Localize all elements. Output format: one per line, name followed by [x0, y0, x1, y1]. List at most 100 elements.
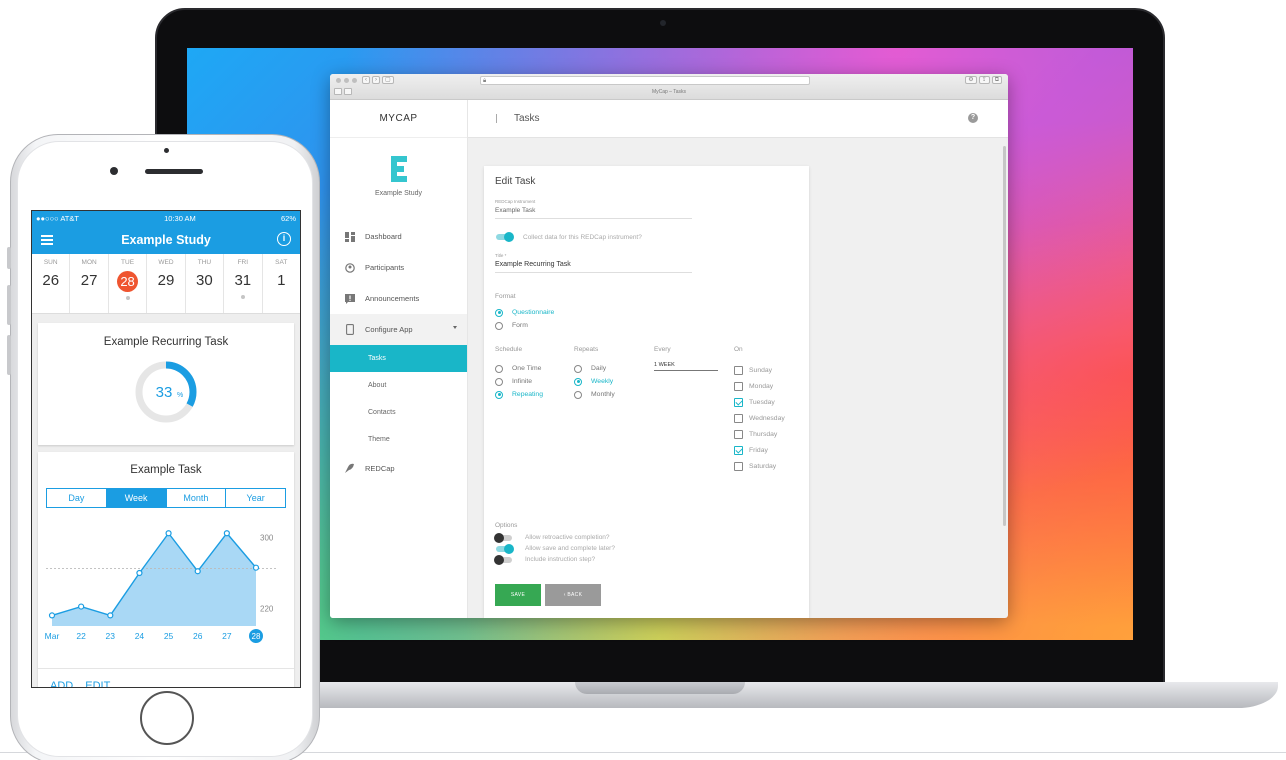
option-retroactive[interactable]: Allow retroactive completion?: [494, 532, 615, 543]
sidebar-item-dashboard[interactable]: Dashboard: [330, 221, 467, 252]
checkbox-checked[interactable]: [734, 445, 743, 455]
day-checkbox-friday[interactable]: Friday: [734, 442, 785, 458]
schedule-option-one-time[interactable]: One Time: [495, 362, 543, 375]
divider: [38, 668, 294, 669]
day-cell[interactable]: MON 27: [70, 254, 109, 313]
info-icon[interactable]: i: [277, 232, 291, 246]
sidebar-item-announcements[interactable]: Announcements: [330, 283, 467, 314]
browser-nav-buttons[interactable]: ‹ › ▢: [362, 76, 394, 84]
segment-week[interactable]: Week: [106, 489, 167, 507]
radio-label: Form: [512, 322, 528, 329]
day-checkbox-wednesday[interactable]: Wednesday: [734, 410, 785, 426]
sidebar-subitem-contacts[interactable]: Contacts: [330, 399, 467, 426]
radio[interactable]: [495, 321, 503, 330]
radio[interactable]: [574, 364, 582, 373]
participants-icon: [344, 262, 355, 273]
sidebar-item-configure-app[interactable]: Configure App: [330, 314, 467, 345]
repeats-option-weekly[interactable]: Weekly: [574, 375, 615, 388]
save-later-toggle[interactable]: [495, 543, 514, 554]
checkbox[interactable]: [734, 365, 743, 375]
repeats-option-daily[interactable]: Daily: [574, 362, 615, 375]
checkbox[interactable]: [734, 461, 743, 471]
day-checkbox-tuesday[interactable]: Tuesday: [734, 394, 785, 410]
checkbox[interactable]: [734, 429, 743, 439]
sidebar-subitem-theme[interactable]: Theme: [330, 426, 467, 453]
every-input[interactable]: 1 WEEK: [654, 362, 718, 371]
task-dot: [240, 295, 245, 299]
instrument-field[interactable]: Example Task: [495, 207, 692, 219]
instruction-step-toggle[interactable]: [494, 554, 513, 565]
day-number-today: 28: [117, 271, 139, 292]
segment-day[interactable]: Day: [47, 489, 107, 507]
day-checkbox-thursday[interactable]: Thursday: [734, 426, 785, 442]
sidebar-subitem-about[interactable]: About: [330, 372, 467, 399]
sidebar-item-label: Configure App: [365, 325, 413, 334]
schedule-option-repeating[interactable]: Repeating: [495, 388, 543, 401]
day-checkbox-monday[interactable]: Monday: [734, 378, 785, 394]
add-button[interactable]: ADD: [50, 680, 73, 687]
day-checkbox-sunday[interactable]: Sunday: [734, 362, 785, 378]
checkbox-checked[interactable]: [734, 397, 743, 407]
progress-value: 33: [156, 384, 173, 401]
segment-year[interactable]: Year: [226, 489, 285, 507]
sidebar-item-redcap[interactable]: REDCap: [330, 453, 467, 484]
task-area-chart: 300 220 Mar 22 23 24 25 26 27 28: [45, 530, 278, 643]
option-label: Include instruction step?: [525, 556, 596, 563]
recurring-task-card[interactable]: Example Recurring Task 33 %: [38, 323, 294, 445]
radio[interactable]: [574, 390, 582, 399]
back-arrow-icon[interactable]: ‹: [362, 76, 370, 84]
chart-point: [48, 612, 56, 619]
day-cell[interactable]: SAT 1: [263, 254, 300, 313]
back-button[interactable]: ‹ BACK: [545, 584, 601, 606]
checkbox[interactable]: [734, 381, 743, 391]
radio-selected[interactable]: [574, 377, 582, 386]
retroactive-toggle[interactable]: [494, 532, 513, 543]
window-controls[interactable]: [336, 78, 357, 83]
option-instruction-step[interactable]: Include instruction step?: [494, 554, 615, 565]
checkbox[interactable]: [734, 413, 743, 423]
day-checkbox-saturday[interactable]: Saturday: [734, 458, 785, 474]
sidebar-toggle-icon[interactable]: ▢: [382, 76, 394, 84]
day-cell[interactable]: FRI 31: [224, 254, 263, 313]
sidebar-subitem-tasks[interactable]: Tasks: [330, 345, 467, 372]
mycap-app: MYCAP Example Study Dashboard Participan…: [330, 100, 1008, 618]
save-button[interactable]: SAVE: [495, 584, 541, 606]
day-number: 1: [277, 272, 286, 289]
scrollbar[interactable]: [1003, 146, 1006, 526]
radio[interactable]: [495, 364, 503, 373]
browser-window: ‹ › ▢ 🔒︎ ⚙ ⇪ ⧉ MyCap – Tasks MYCAP Example S…: [330, 74, 1008, 618]
edit-button[interactable]: EDIT: [85, 680, 110, 687]
breadcrumb-separator: [496, 114, 497, 123]
day-cell[interactable]: THU 30: [186, 254, 225, 313]
segment-month[interactable]: Month: [167, 489, 227, 507]
page-title: Tasks: [514, 113, 540, 124]
schedule-option-infinite[interactable]: Infinite: [495, 375, 543, 388]
day-cell-today[interactable]: TUE 28: [109, 254, 148, 313]
title-field[interactable]: Example Recurring Task: [495, 261, 692, 273]
forward-arrow-icon[interactable]: ›: [372, 76, 380, 84]
collect-data-row: Collect data for this REDCap instrument?: [495, 232, 798, 242]
home-button[interactable]: [140, 691, 194, 745]
address-bar[interactable]: 🔒︎: [480, 76, 810, 85]
card-actions: ADD EDIT: [50, 680, 110, 687]
tabs-icon[interactable]: ⧉: [991, 76, 1002, 84]
browser-toolbar-buttons[interactable]: ⚙ ⇪ ⧉: [965, 76, 1002, 84]
app-brand[interactable]: MYCAP: [330, 100, 467, 138]
day-cell[interactable]: SUN 26: [32, 254, 71, 313]
repeats-column: Repeats Daily Weekly Monthly: [574, 346, 615, 401]
format-option-form[interactable]: Form: [495, 319, 798, 332]
sidebar-item-participants[interactable]: Participants: [330, 252, 467, 283]
share-icon[interactable]: ⇪: [978, 76, 990, 84]
radio-selected[interactable]: [495, 308, 503, 317]
repeats-option-monthly[interactable]: Monthly: [574, 388, 615, 401]
laptop-notch: [575, 682, 745, 694]
settings-icon[interactable]: ⚙: [965, 76, 977, 84]
format-option-questionnaire[interactable]: Questionnaire: [495, 306, 798, 319]
radio[interactable]: [495, 377, 503, 386]
day-cell[interactable]: WED 29: [147, 254, 186, 313]
collect-data-toggle[interactable]: [495, 232, 514, 242]
tab-title[interactable]: MyCap – Tasks: [330, 89, 1008, 95]
help-icon[interactable]: ?: [968, 113, 978, 123]
radio-selected[interactable]: [495, 390, 503, 399]
option-save-later[interactable]: Allow save and complete later?: [495, 543, 615, 554]
